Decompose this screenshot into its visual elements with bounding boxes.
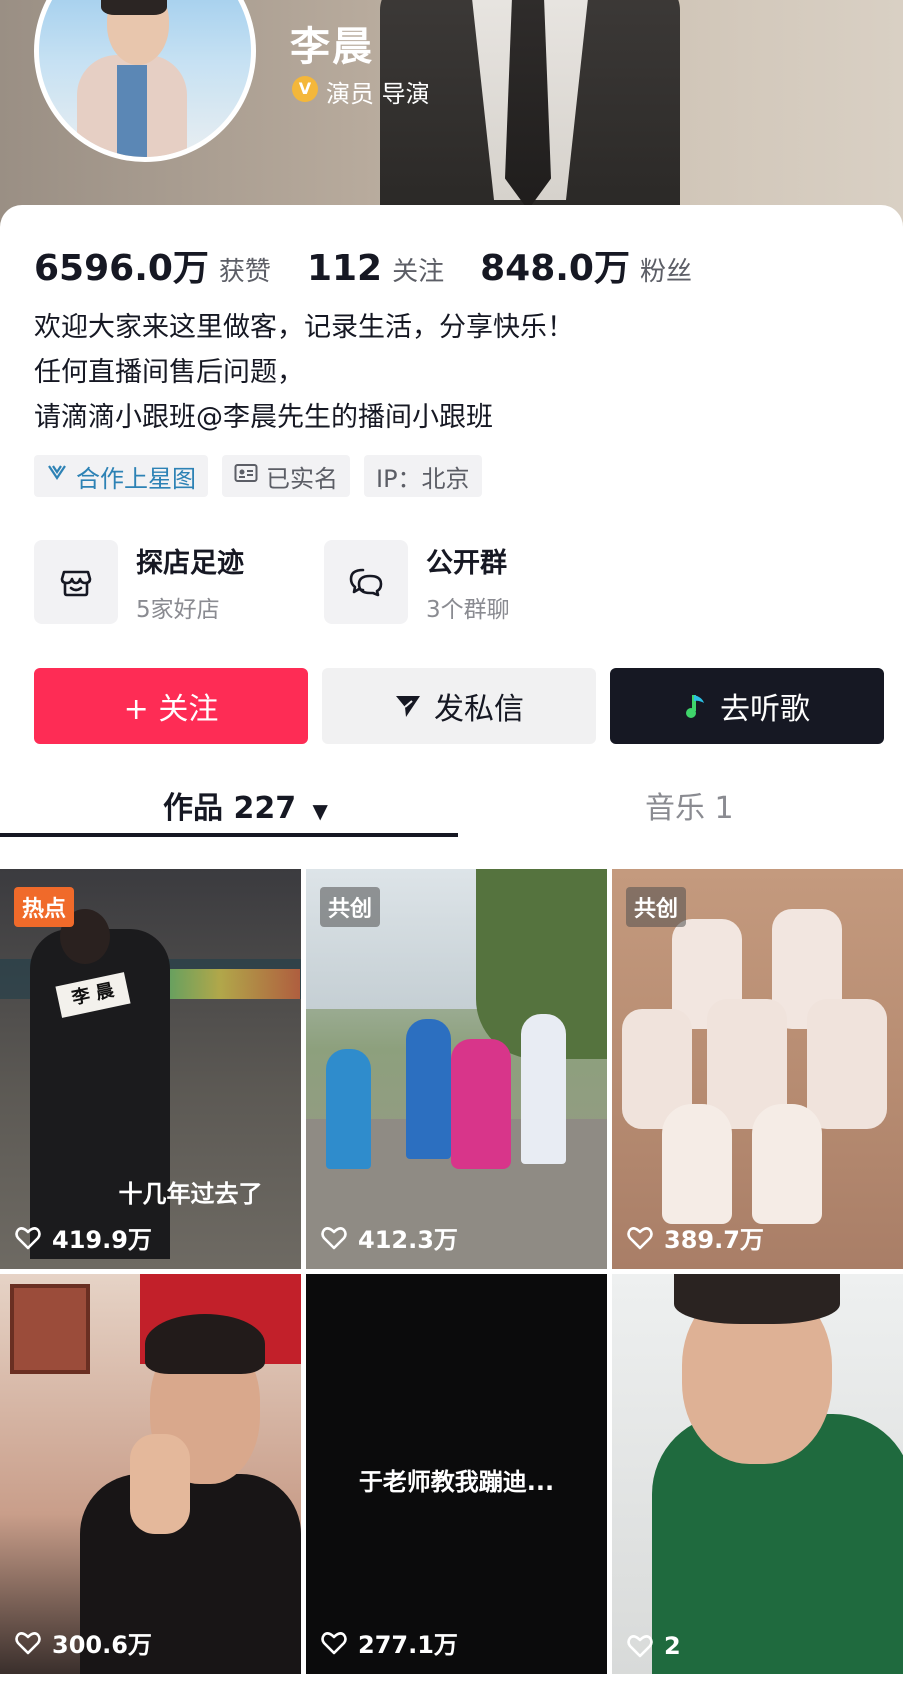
tab-works[interactable]: 作品 227 ▼ <box>163 783 328 827</box>
tab-works-label: 作品 227 <box>163 791 297 826</box>
message-button[interactable]: 发私信 <box>322 668 596 744</box>
heart-icon <box>15 1631 41 1654</box>
chat-bubble-icon <box>324 540 408 624</box>
shortcut-store-title: 探店足迹 <box>136 547 244 579</box>
stat-likes: 6596.0万 获赞 <box>34 239 271 291</box>
stat-likes-label: 获赞 <box>218 257 271 287</box>
video-thumbnail[interactable]: 共创 412.3万 <box>306 869 607 1269</box>
video-likes-count: 412.3万 <box>358 1226 458 1254</box>
star-map-icon <box>46 462 68 490</box>
profile-roles: 演员 导演 <box>326 80 430 108</box>
thumb-person <box>752 1104 822 1224</box>
content-tabs: 作品 227 ▼ 音乐 1 <box>0 765 903 837</box>
verified-icon: V <box>292 76 318 102</box>
thumb-person <box>807 999 887 1129</box>
tab-music-label: 音乐 1 <box>645 791 734 826</box>
avatar[interactable] <box>34 0 256 162</box>
video-thumbnail[interactable]: 2 <box>612 1274 903 1674</box>
video-likes-count: 300.6万 <box>52 1631 152 1659</box>
profile-name: 李晨 <box>290 24 374 70</box>
listen-music-button[interactable]: 去听歌 <box>610 668 884 744</box>
video-caption: 于老师教我蹦迪... <box>358 1468 555 1496</box>
shortcut-group-sub: 3个群聊 <box>426 596 510 623</box>
stat-following[interactable]: 112 关注 <box>307 248 444 289</box>
heart-icon <box>321 1226 347 1249</box>
shortcut-group-title: 公开群 <box>426 547 507 579</box>
video-thumbnail[interactable]: 于老师教我蹦迪... 277.1万 <box>306 1274 607 1674</box>
shortcut-store-visits[interactable]: 探店足迹 5家好店 <box>34 540 324 624</box>
bio-line: 任何直播间售后问题， <box>34 357 304 388</box>
video-likes-count: 2 <box>664 1632 681 1660</box>
star-map-tag[interactable]: 合作上星图 <box>34 455 208 497</box>
realname-tag[interactable]: 已实名 <box>222 455 350 497</box>
thumb-hand <box>130 1434 190 1534</box>
co-creation-tag: 共创 <box>626 887 687 927</box>
realname-label: 已实名 <box>266 464 338 493</box>
tag-row: 合作上星图 已实名 IP：北京 <box>34 455 496 497</box>
shortcut-store-sub: 5家好店 <box>136 596 220 623</box>
stats-row: 6596.0万 获赞 112 关注 848.0万 粉丝 <box>34 239 728 291</box>
stat-following-label: 关注 <box>392 257 445 287</box>
thumb-wall-poster <box>10 1284 90 1374</box>
thumb-dancer <box>451 1039 511 1169</box>
music-note-icon <box>684 692 708 720</box>
video-caption: 十几年过去了 <box>118 1180 263 1208</box>
stat-followers-label: 粉丝 <box>639 257 692 287</box>
thumb-person-hair <box>145 1314 265 1374</box>
thumb-person-hair <box>674 1274 840 1324</box>
follow-button-label: + 关注 <box>123 692 219 727</box>
video-likes: 412.3万 <box>320 1220 458 1255</box>
message-button-label: 发私信 <box>434 692 524 727</box>
heart-icon <box>627 1226 653 1249</box>
video-thumbnail[interactable]: 共创 389.7万 <box>612 869 903 1269</box>
shop-icon <box>34 540 118 624</box>
video-likes-count: 277.1万 <box>358 1631 458 1659</box>
bio-line: 请滴滴小跟班@李晨先生的播间小跟班 <box>34 402 493 433</box>
thumb-dancer <box>406 1019 451 1159</box>
hot-tag: 热点 <box>14 887 75 927</box>
heart-icon <box>321 1631 347 1654</box>
send-icon <box>394 693 422 719</box>
video-likes-count: 419.9万 <box>52 1226 152 1254</box>
follow-button[interactable]: + 关注 <box>34 668 308 744</box>
heart-icon <box>627 1635 653 1658</box>
video-thumbnail[interactable]: 300.6万 <box>0 1274 301 1674</box>
video-likes: 300.6万 <box>14 1625 152 1660</box>
video-likes: 419.9万 <box>14 1220 152 1255</box>
bio-line: 欢迎大家来这里做客，记录生活，分享快乐！ <box>34 312 574 343</box>
ip-label: IP：北京 <box>376 464 470 493</box>
thumb-person <box>662 1104 732 1224</box>
action-row: + 关注 发私信 去听歌 <box>34 668 884 744</box>
avatar-figure-hair <box>101 0 167 15</box>
stat-following-value: 112 <box>306 248 383 289</box>
tab-active-indicator <box>0 833 458 837</box>
star-map-label: 合作上星图 <box>76 464 196 493</box>
shortcut-row: 探店足迹 5家好店 公开群 3个群聊 <box>34 540 614 624</box>
co-creation-tag: 共创 <box>320 887 381 927</box>
id-card-icon <box>234 463 258 489</box>
profile-banner: 李晨 V 演员 导演 <box>0 0 903 230</box>
video-thumbnail[interactable]: 李 晨 热点 十几年过去了 419.9万 <box>0 869 301 1269</box>
ip-tag: IP：北京 <box>364 455 482 497</box>
bio: 欢迎大家来这里做客，记录生活，分享快乐！ 任何直播间售后问题， 请滴滴小跟班@李… <box>34 305 574 440</box>
stat-likes-value: 6596.0万 <box>34 248 209 289</box>
thumb-dancer <box>521 1014 566 1164</box>
heart-icon <box>15 1226 41 1249</box>
banner-tie <box>505 0 551 210</box>
dropdown-arrow-icon: ▼ <box>312 799 328 823</box>
tab-music[interactable]: 音乐 1 <box>645 783 734 827</box>
thumb-dancer <box>326 1049 371 1169</box>
avatar-figure-shirt <box>117 65 147 157</box>
stat-followers-value: 848.0万 <box>480 248 630 289</box>
video-likes: 389.7万 <box>626 1220 764 1255</box>
video-likes: 277.1万 <box>320 1625 458 1660</box>
listen-music-label: 去听歌 <box>720 692 810 727</box>
video-likes-count: 389.7万 <box>664 1226 764 1254</box>
stat-followers[interactable]: 848.0万 粉丝 <box>480 239 692 291</box>
shortcut-public-group[interactable]: 公开群 3个群聊 <box>324 540 614 624</box>
video-likes: 2 <box>626 1632 681 1660</box>
